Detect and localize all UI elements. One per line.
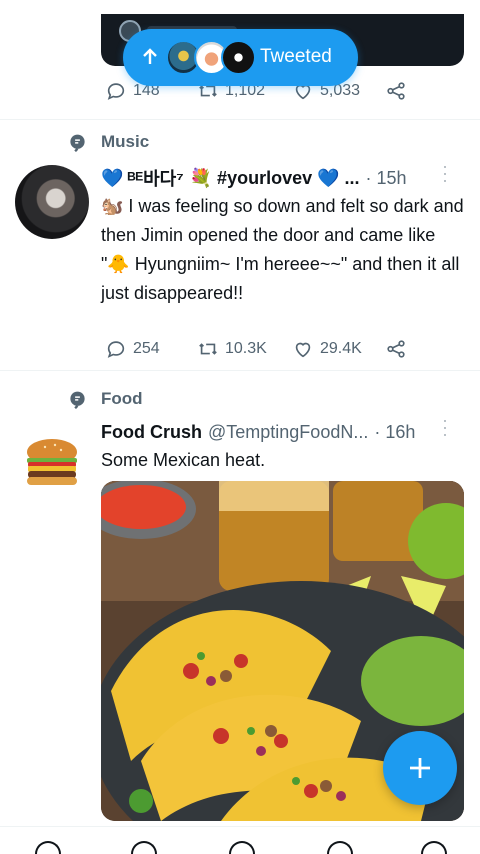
author-handle[interactable]: @TemptingFoodN...: [208, 422, 368, 443]
share-icon: [387, 340, 405, 358]
reply-icon: [107, 341, 125, 358]
tweet-header: 💙 ᴮᴱ바다⁷ 💐 #yourlovev 💙 ... · 15h ···: [101, 164, 466, 192]
tweet-text: 🐿️ I was feeling so down and felt so dar…: [101, 196, 464, 303]
arrow-up-icon: [143, 48, 157, 64]
search-tab-icon[interactable]: [131, 841, 157, 854]
author-name[interactable]: Food Crush: [101, 422, 202, 443]
topic-label: Music: [101, 132, 150, 151]
share-button[interactable]: [385, 338, 407, 360]
home-tab-icon[interactable]: [35, 841, 61, 854]
topic-context[interactable]: Food: [68, 389, 143, 409]
heart-icon: [295, 342, 311, 358]
compose-tweet-button[interactable]: [383, 731, 457, 805]
topic-icon: [70, 391, 85, 409]
notifications-tab-icon[interactable]: [327, 841, 353, 854]
topic-label: Food: [101, 389, 143, 408]
more-options-icon[interactable]: ···: [435, 418, 456, 439]
avatar[interactable]: [15, 165, 89, 239]
like-count: 29.4K: [320, 340, 362, 357]
burger-icon: [27, 439, 77, 485]
tweet-header: Food Crush @TemptingFoodN... · 16h ···: [101, 418, 466, 446]
retweet-count: 10.3K: [225, 340, 267, 357]
reply-icon: [107, 83, 125, 100]
tweeted-toast[interactable]: Tweeted: [123, 29, 358, 86]
bottom-navigation: [0, 826, 480, 854]
author-name[interactable]: ᴮᴱ바다⁷: [127, 165, 183, 191]
more-options-icon[interactable]: ···: [435, 164, 456, 185]
retweet-button[interactable]: 10.3K: [197, 338, 267, 360]
reply-button[interactable]: 254: [105, 338, 160, 360]
like-button[interactable]: 29.4K: [292, 338, 362, 360]
toast-label: Tweeted: [260, 46, 332, 67]
music-tweet[interactable]: Music 💙 ᴮᴱ바다⁷ 💐 #yourlovev 💙 ... · 15h ·…: [0, 121, 480, 371]
author-name-prefix: 💙: [101, 167, 124, 188]
topic-context[interactable]: Music: [68, 132, 149, 152]
tweet-actions: 254 10.3K 29.4K: [105, 338, 425, 362]
plus-icon: [410, 758, 430, 778]
avatar[interactable]: [15, 424, 89, 498]
share-button[interactable]: [385, 80, 407, 102]
topic-icon: [70, 134, 85, 152]
messages-tab-icon[interactable]: [421, 841, 447, 854]
reply-count: 254: [133, 340, 160, 357]
author-name-suffix[interactable]: 💐 #yourlovev 💙 ...: [190, 168, 360, 189]
tweet-text: Some Mexican heat.: [101, 450, 266, 470]
share-icon: [387, 82, 405, 100]
tweet-time[interactable]: · 15h: [366, 168, 407, 189]
toast-avatar: [221, 40, 256, 75]
tweet-time[interactable]: · 16h: [374, 422, 415, 443]
retweet-icon: [199, 343, 217, 355]
spaces-tab-icon[interactable]: [229, 841, 255, 854]
